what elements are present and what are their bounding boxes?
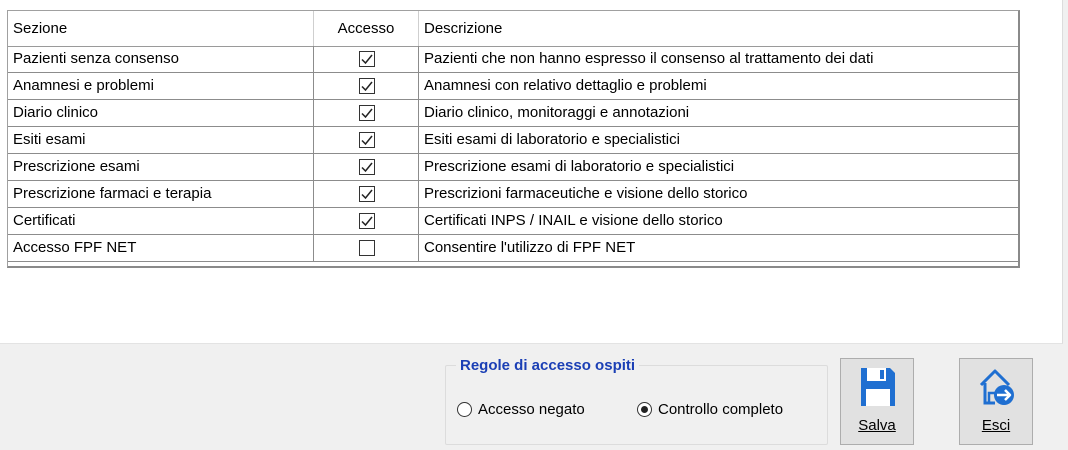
cell-sezione: Pazienti senza consenso — [8, 46, 314, 72]
check-icon — [361, 108, 373, 119]
permissions-grid: Sezione Accesso Descrizione Pazienti sen… — [7, 10, 1020, 268]
cell-descrizione: Pazienti che non hanno espresso il conse… — [424, 50, 874, 67]
cell-descrizione: Certificati INPS / INAIL e visione dello… — [424, 212, 723, 229]
cell-accesso — [314, 46, 419, 72]
table-row[interactable]: Anamnesi e problemi Anamnesi con relativ… — [8, 73, 1018, 100]
access-checkbox[interactable] — [359, 159, 375, 175]
check-icon — [361, 135, 373, 146]
group-title: Regole di accesso ospiti — [456, 357, 640, 375]
table-row[interactable]: Accesso FPF NET Consentire l'utilizzo di… — [8, 235, 1018, 262]
cell-sezione: Esiti esami — [8, 127, 314, 153]
cell-sezione: Anamnesi e problemi — [8, 73, 314, 99]
table-row[interactable]: Prescrizione farmaci e terapia Prescrizi… — [8, 181, 1018, 208]
cell-descrizione: Esiti esami di laboratorio e specialisti… — [424, 131, 680, 148]
column-header-accesso[interactable]: Accesso — [314, 11, 419, 46]
radio-accesso-negato[interactable]: Accesso negato — [457, 400, 617, 420]
exit-button-label: Esci — [981, 417, 1011, 434]
cell-sezione: Certificati — [8, 208, 314, 234]
cell-sezione: Diario clinico — [8, 100, 314, 126]
access-checkbox[interactable] — [359, 51, 375, 67]
floppy-disk-icon — [858, 365, 898, 409]
check-icon — [361, 216, 373, 227]
check-icon — [361, 81, 373, 92]
cell-accesso — [314, 73, 419, 99]
cell-descrizione: Prescrizioni farmaceutiche e visione del… — [424, 185, 748, 202]
access-checkbox[interactable] — [359, 78, 375, 94]
cell-descrizione: Consentire l'utilizzo di FPF NET — [424, 239, 636, 256]
column-header-descrizione[interactable]: Descrizione — [419, 11, 1019, 46]
access-checkbox[interactable] — [359, 240, 375, 256]
cell-sezione: Accesso FPF NET — [8, 235, 314, 261]
table-row[interactable]: Prescrizione esami Prescrizione esami di… — [8, 154, 1018, 181]
cell-descrizione: Anamnesi con relativo dettaglio e proble… — [424, 77, 707, 94]
radio-controllo-completo[interactable]: Controllo completo — [637, 400, 817, 420]
radio-circle-selected-icon[interactable] — [637, 402, 652, 417]
cell-accesso — [314, 100, 419, 126]
cell-sezione: Prescrizione esami — [8, 154, 314, 180]
check-icon — [361, 189, 373, 200]
radio-label[interactable]: Controllo completo — [658, 400, 783, 420]
cell-accesso — [314, 127, 419, 153]
access-checkbox[interactable] — [359, 186, 375, 202]
guest-access-rules-group: Regole di accesso ospiti Accesso negato … — [445, 357, 828, 445]
cell-accesso — [314, 208, 419, 234]
cell-descrizione: Diario clinico, monitoraggi e annotazion… — [424, 104, 690, 121]
cell-accesso — [314, 181, 419, 207]
permissions-panel: Sezione Accesso Descrizione Pazienti sen… — [0, 0, 1063, 344]
check-icon — [361, 54, 373, 65]
radio-label[interactable]: Accesso negato — [478, 400, 585, 420]
cell-accesso — [314, 154, 419, 180]
save-button[interactable]: Salva — [840, 358, 914, 445]
table-row[interactable]: Certificati Certificati INPS / INAIL e v… — [8, 208, 1018, 235]
access-checkbox[interactable] — [359, 213, 375, 229]
radio-circle-icon[interactable] — [457, 402, 472, 417]
column-header-sezione[interactable]: Sezione — [8, 11, 314, 46]
access-checkbox[interactable] — [359, 105, 375, 121]
check-icon — [361, 162, 373, 173]
home-exit-icon — [977, 365, 1017, 409]
access-checkbox[interactable] — [359, 132, 375, 148]
cell-sezione: Prescrizione farmaci e terapia — [8, 181, 314, 207]
cell-descrizione: Prescrizione esami di laboratorio e spec… — [424, 158, 735, 175]
exit-button[interactable]: Esci — [959, 358, 1033, 445]
grid-header: Sezione Accesso Descrizione — [8, 11, 1018, 47]
table-row[interactable]: Diario clinico Diario clinico, monitorag… — [8, 100, 1018, 127]
save-button-label: Salva — [858, 417, 896, 434]
table-row[interactable]: Pazienti senza consenso Pazienti che non… — [8, 46, 1018, 73]
table-row[interactable]: Esiti esami Esiti esami di laboratorio e… — [8, 127, 1018, 154]
cell-accesso — [314, 235, 419, 261]
